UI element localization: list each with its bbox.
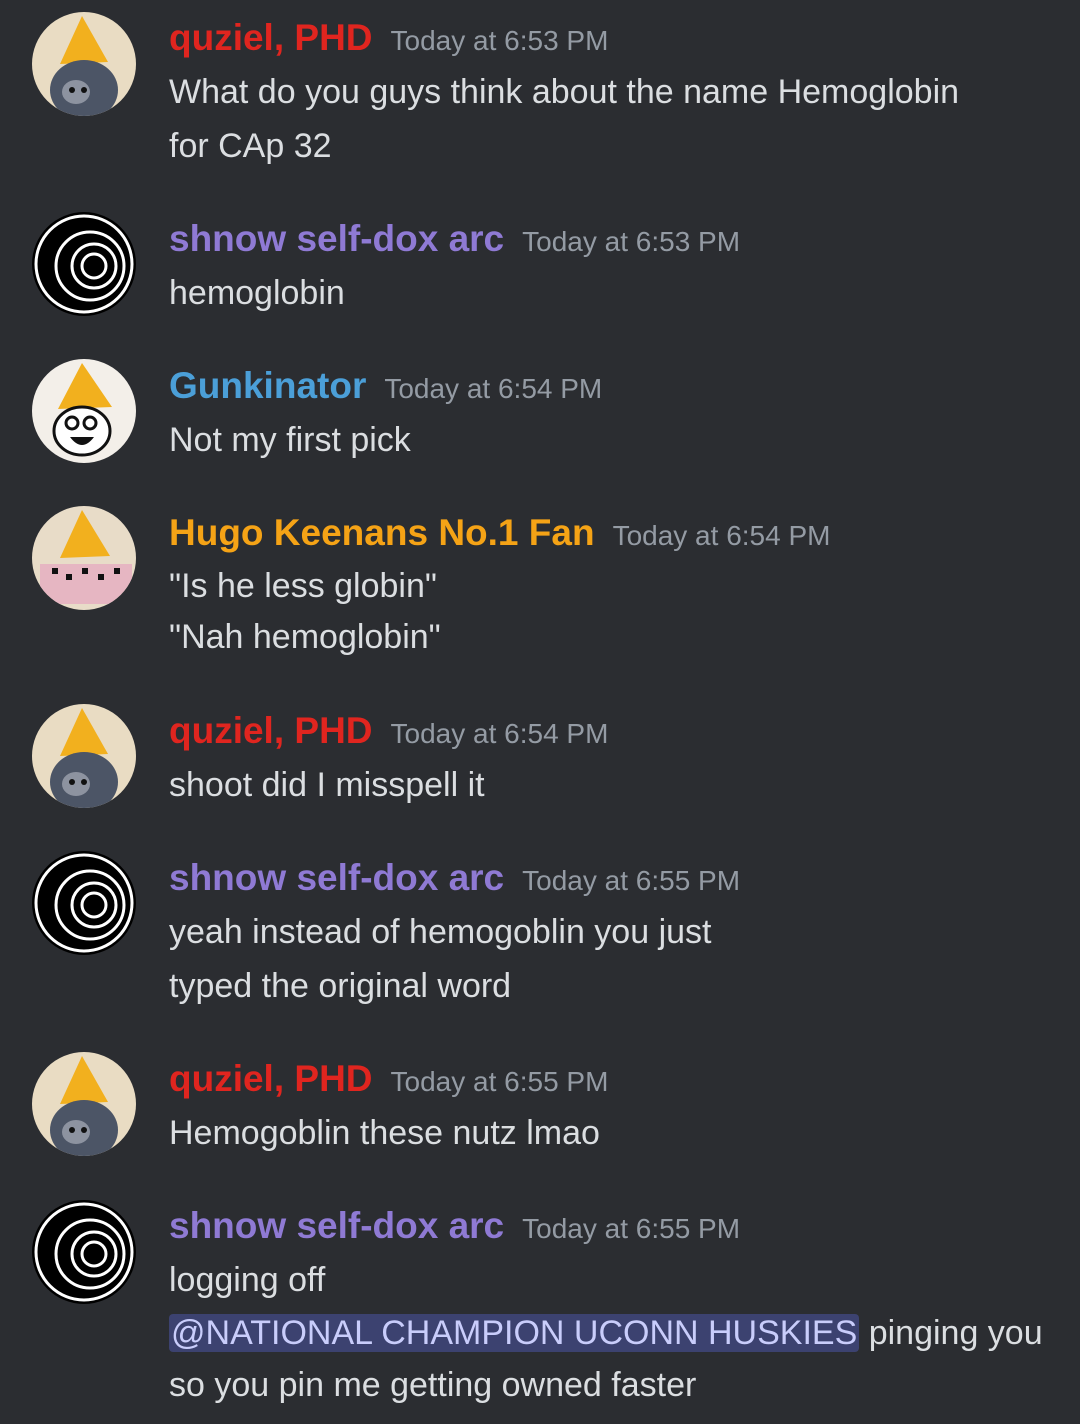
avatar[interactable] xyxy=(32,851,136,955)
timestamp: Today at 6:55 PM xyxy=(522,1213,741,1244)
message-text: for CAp 32 xyxy=(169,127,332,165)
avatar[interactable] xyxy=(32,506,136,610)
avatar[interactable] xyxy=(32,12,136,116)
message-text: shoot did I misspell it xyxy=(169,766,485,804)
username[interactable]: quziel, PHD xyxy=(169,1058,373,1099)
cat-wizard-avatar-icon xyxy=(32,12,136,116)
message-text: "Is he less globin" xyxy=(169,567,437,605)
chat-messages: quziel, PHD Today at 6:53 PM What do you … xyxy=(0,0,1080,1424)
cat-wizard-avatar-icon xyxy=(32,704,136,808)
username[interactable]: Hugo Keenans No.1 Fan xyxy=(169,512,595,553)
timestamp: Today at 6:53 PM xyxy=(390,25,609,56)
message-text: typed the original word xyxy=(169,967,512,1005)
timestamp: Today at 6:55 PM xyxy=(522,865,741,896)
username[interactable]: shnow self-dox arc xyxy=(169,857,504,898)
message-text-mention-line: @NATIONAL CHAMPION UCONN HUSKIES pinging… xyxy=(169,1314,1043,1353)
avatar[interactable] xyxy=(32,704,136,808)
swirl-avatar-icon xyxy=(32,1200,136,1304)
message-text: What do you guys think about the name He… xyxy=(169,73,960,111)
timestamp: Today at 6:53 PM xyxy=(522,226,741,257)
swirl-avatar-icon xyxy=(32,212,136,316)
cat-wizard-avatar-icon xyxy=(32,1052,136,1156)
avatar[interactable] xyxy=(32,212,136,316)
username[interactable]: shnow self-dox arc xyxy=(169,1205,504,1246)
username[interactable]: shnow self-dox arc xyxy=(169,218,504,259)
message-text: hemoglobin xyxy=(169,274,345,312)
message-text: yeah instead of hemogoblin you just xyxy=(169,913,712,951)
message-text: so you pin me getting owned faster xyxy=(169,1366,697,1404)
username[interactable]: quziel, PHD xyxy=(169,710,373,751)
timestamp: Today at 6:54 PM xyxy=(384,373,603,404)
avatar[interactable] xyxy=(32,359,136,463)
swirl-avatar-icon xyxy=(32,851,136,955)
username[interactable]: quziel, PHD xyxy=(169,17,373,58)
user-mention[interactable]: @NATIONAL CHAMPION UCONN HUSKIES xyxy=(169,1314,860,1352)
timestamp: Today at 6:54 PM xyxy=(612,520,831,551)
avatar[interactable] xyxy=(32,1200,136,1304)
message-text: Not my first pick xyxy=(169,421,411,459)
message-text: pinging you xyxy=(859,1314,1043,1352)
message-text: Hemogoblin these nutz lmao xyxy=(169,1114,600,1152)
message-text: logging off xyxy=(169,1261,326,1299)
timestamp: Today at 6:54 PM xyxy=(390,718,609,749)
avatar[interactable] xyxy=(32,1052,136,1156)
timestamp: Today at 6:55 PM xyxy=(390,1066,609,1097)
username[interactable]: Gunkinator xyxy=(169,365,366,406)
cartoon-wizard-avatar-icon xyxy=(32,359,136,463)
pixel-wizard-avatar-icon xyxy=(32,506,136,610)
message-text: "Nah hemoglobin" xyxy=(169,618,441,656)
